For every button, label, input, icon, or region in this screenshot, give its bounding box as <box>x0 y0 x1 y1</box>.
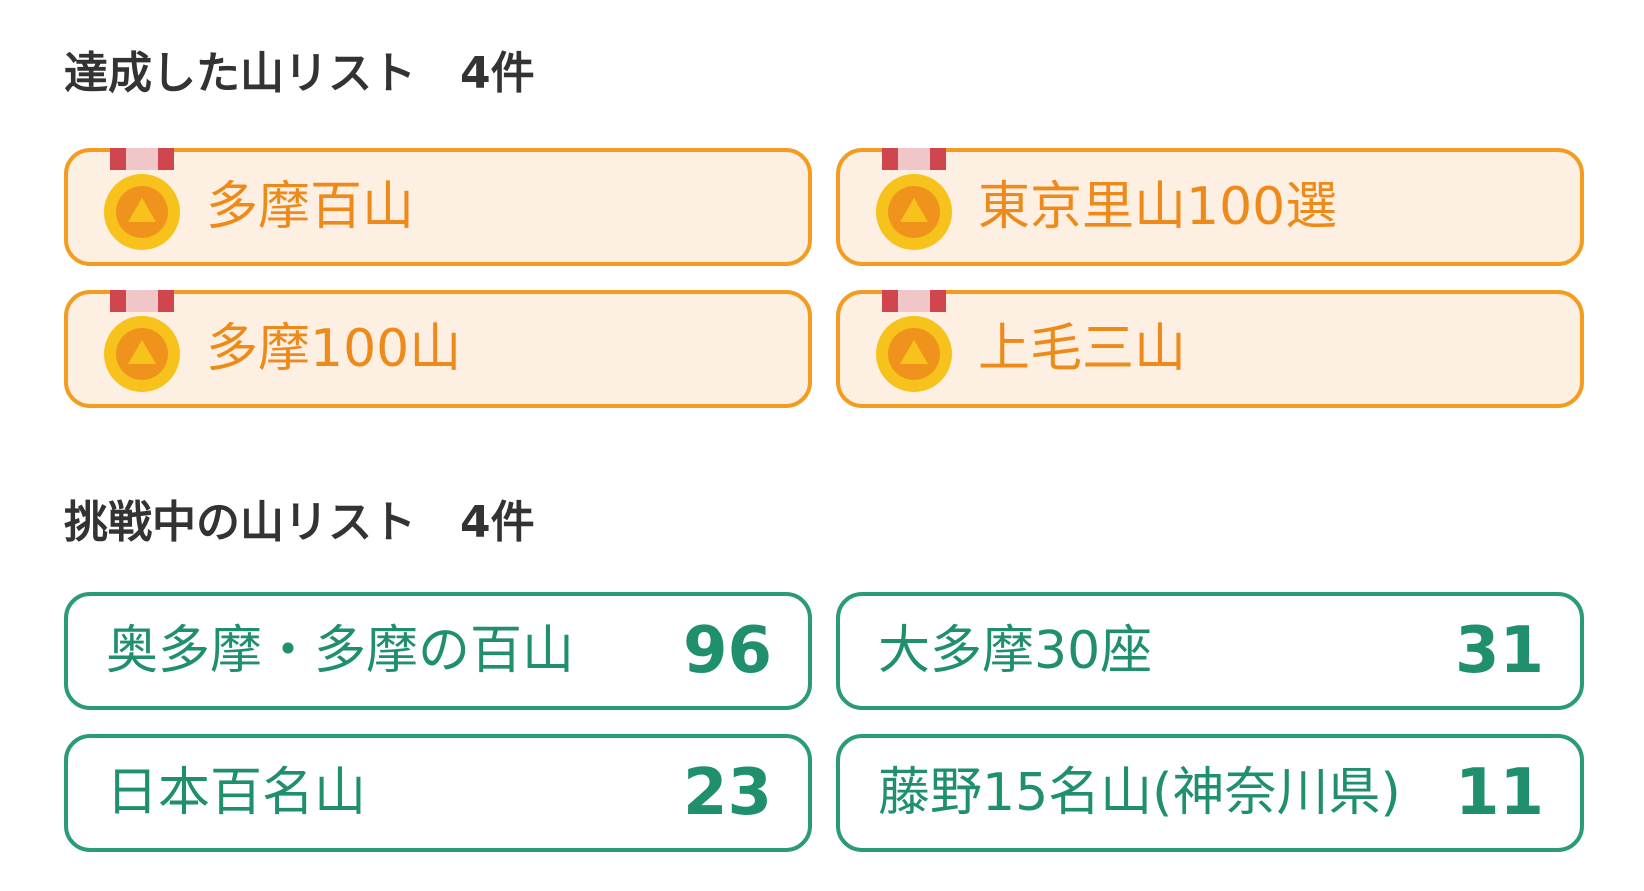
challenge-card-okutama-tama[interactable]: 奥多摩・多摩の百山 96 <box>64 592 812 710</box>
achieved-card-label: 多摩百山 <box>206 177 415 237</box>
challenge-card-count: 23 <box>682 756 772 830</box>
achieved-card-tama-hyakuzan[interactable]: 多摩百山 <box>64 148 812 266</box>
challenge-list-count: 4件 <box>460 497 535 548</box>
challenge-card-label: 大多摩30座 <box>878 621 1153 681</box>
challenge-list-title: 挑戦中の山リスト <box>64 497 416 548</box>
medal-icon <box>102 290 182 394</box>
achieved-card-jomo-sanzan[interactable]: 上毛三山 <box>836 290 1584 408</box>
achieved-card-tokyo-satoyama[interactable]: 東京里山100選 <box>836 148 1584 266</box>
challenge-card-label: 藤野15名山(神奈川県) <box>878 763 1401 823</box>
achieved-card-label: 東京里山100選 <box>978 177 1338 237</box>
achieved-card-label: 多摩100山 <box>206 319 462 379</box>
achieved-card-label: 上毛三山 <box>978 319 1187 379</box>
challenge-card-fujino-15[interactable]: 藤野15名山(神奈川県) 11 <box>836 734 1584 852</box>
achieved-list-count: 4件 <box>460 48 535 99</box>
challenge-card-count: 96 <box>682 614 772 688</box>
challenge-card-label: 奥多摩・多摩の百山 <box>106 621 575 681</box>
challenge-card-label: 日本百名山 <box>106 763 367 823</box>
medal-icon <box>102 148 182 252</box>
challenge-card-count: 31 <box>1454 614 1544 688</box>
achieved-list-grid: 多摩百山 東京里山100選 多摩100山 上毛三山 <box>64 148 1584 408</box>
medal-icon <box>874 290 954 394</box>
achieved-list-title: 達成した山リスト <box>64 48 416 99</box>
challenge-card-nihon-hyakumeizan[interactable]: 日本百名山 23 <box>64 734 812 852</box>
challenge-card-daitama-30[interactable]: 大多摩30座 31 <box>836 592 1584 710</box>
achieved-list-heading: 達成した山リスト 4件 <box>64 46 535 102</box>
challenge-list-grid: 奥多摩・多摩の百山 96 大多摩30座 31 日本百名山 23 藤野15名山(神… <box>64 592 1584 852</box>
medal-icon <box>874 148 954 252</box>
achieved-card-tama-100[interactable]: 多摩100山 <box>64 290 812 408</box>
challenge-list-heading: 挑戦中の山リスト 4件 <box>64 495 535 551</box>
challenge-card-count: 11 <box>1454 756 1544 830</box>
